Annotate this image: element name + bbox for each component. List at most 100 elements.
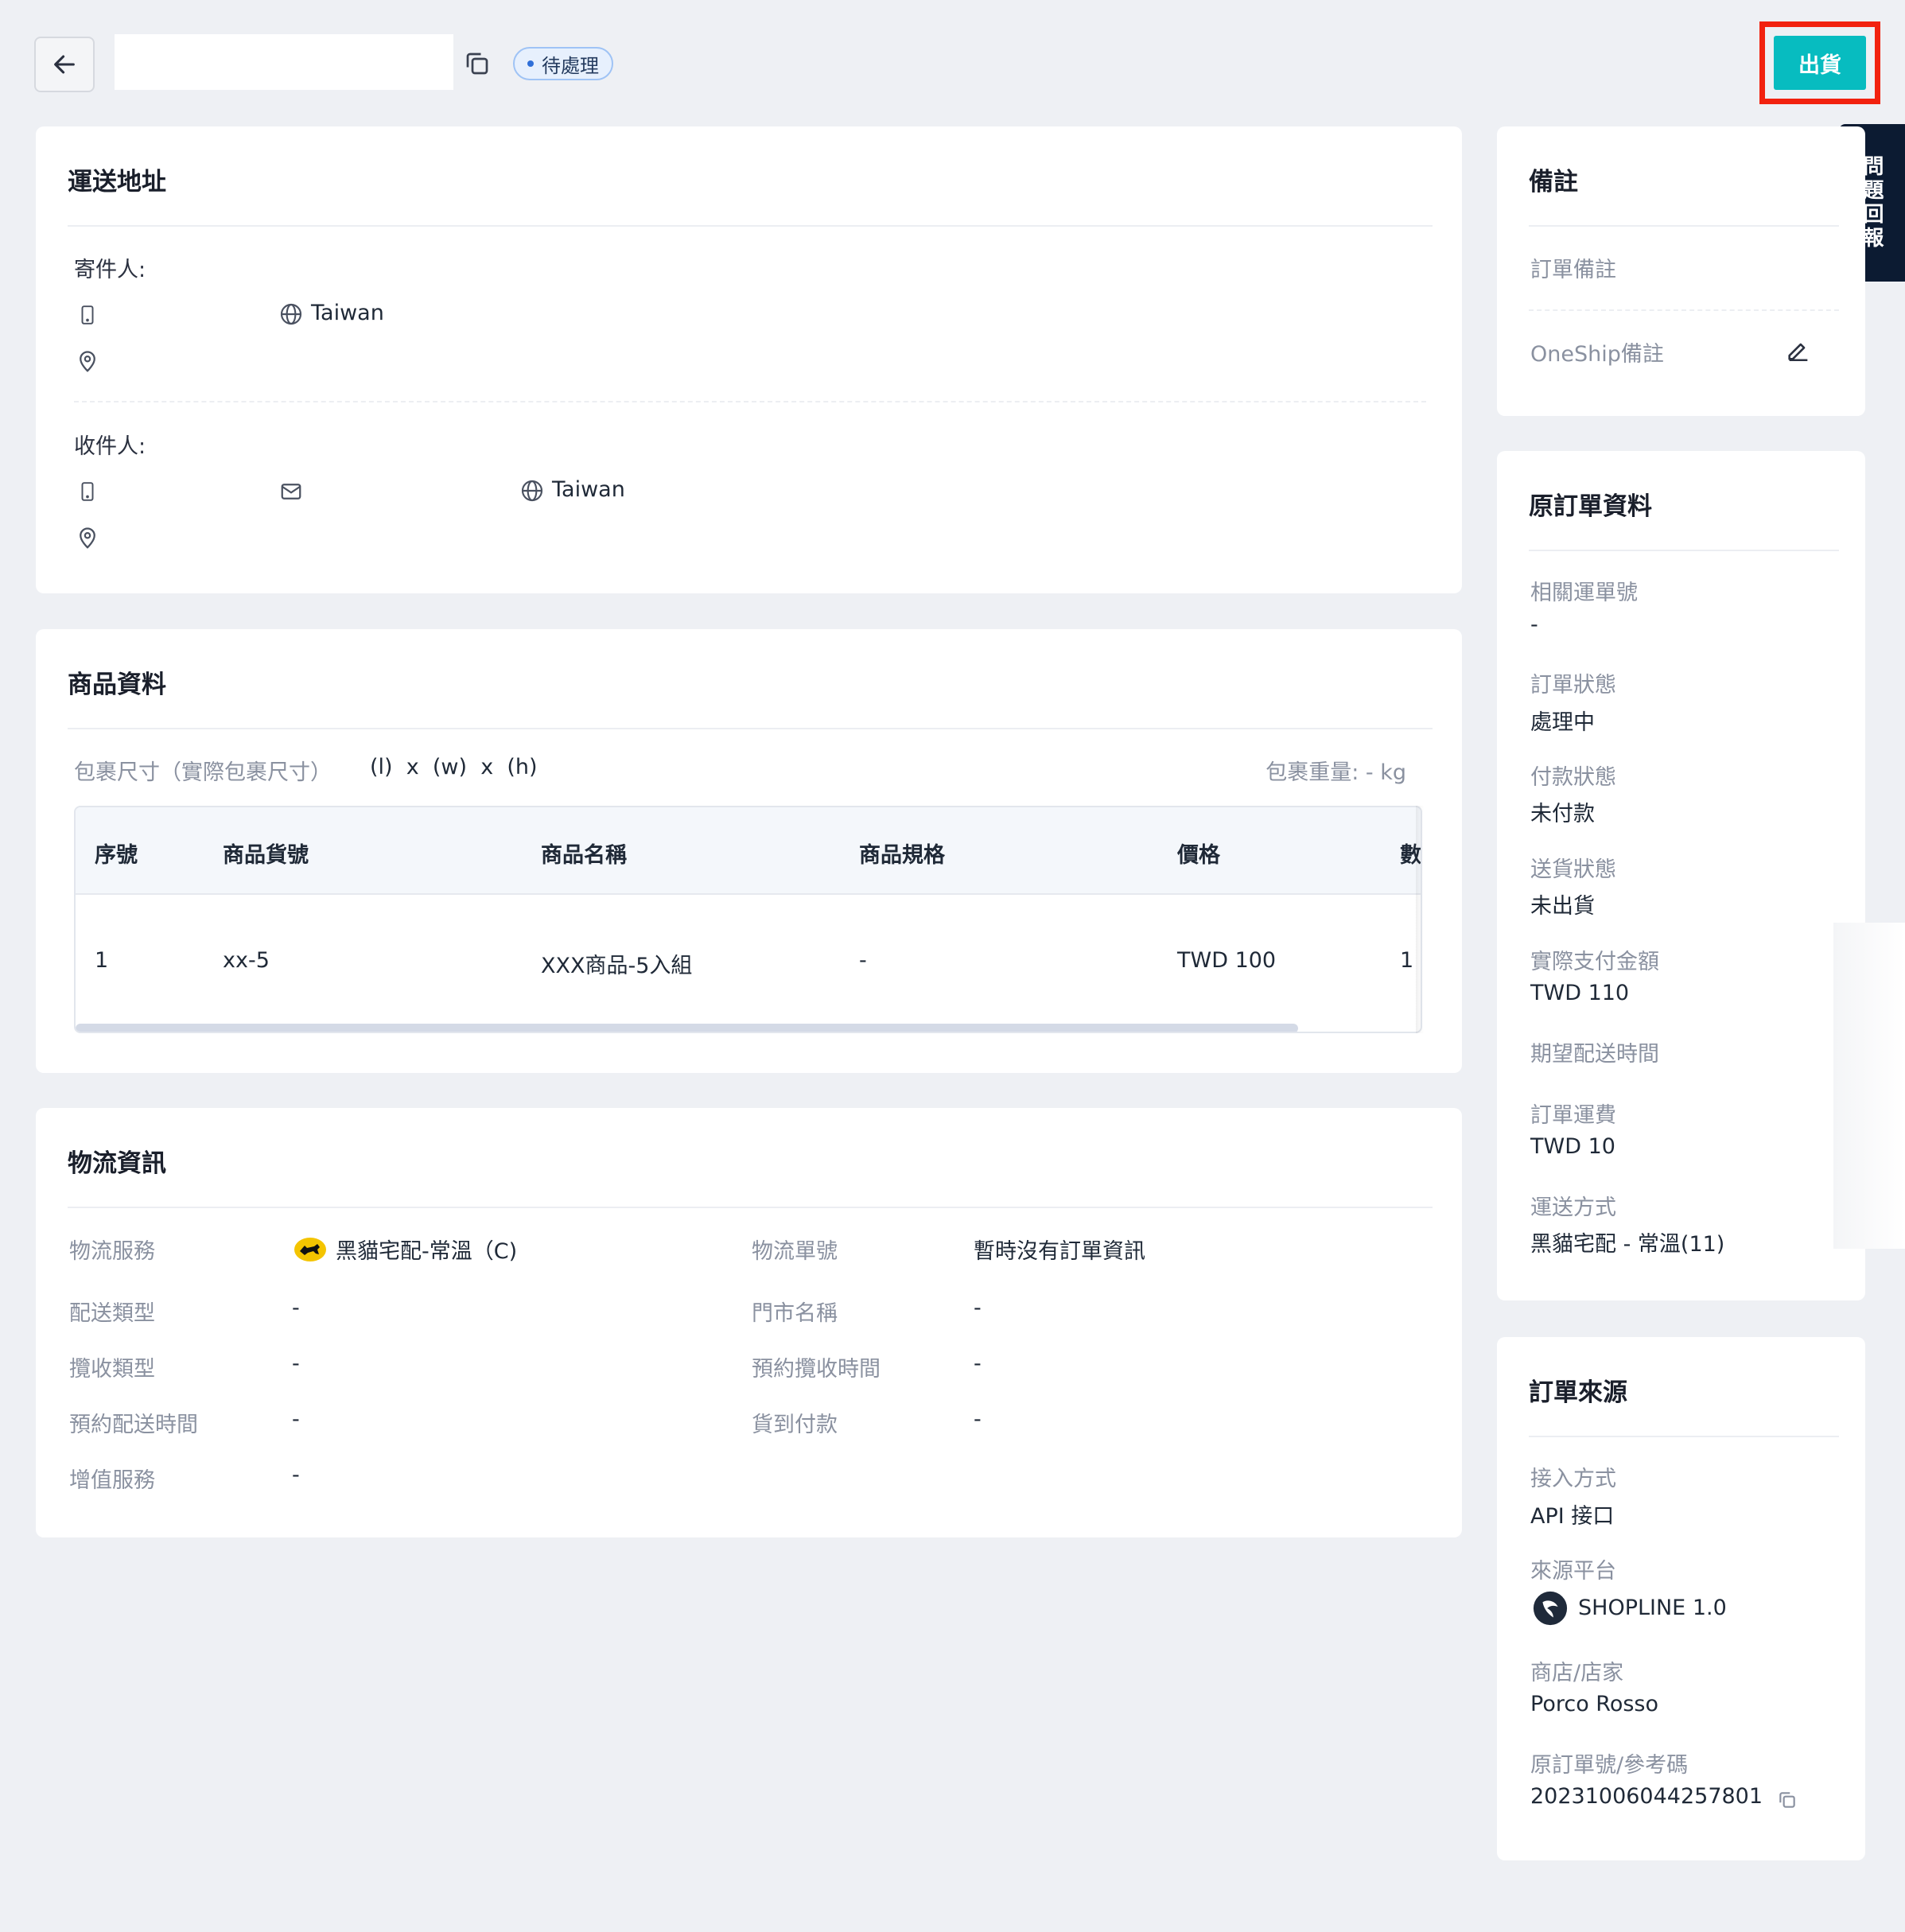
location-pin-icon bbox=[76, 526, 99, 554]
order-shipping-fee-label: 訂單運費 bbox=[1530, 1103, 1616, 1128]
location-pin-icon bbox=[76, 349, 99, 378]
notes-title: 備註 bbox=[1529, 168, 1578, 196]
related-waybill-label: 相關運單號 bbox=[1530, 581, 1638, 605]
store-name-label: 門市名稱 bbox=[752, 1301, 838, 1326]
access-method-label: 接入方式 bbox=[1530, 1467, 1616, 1491]
black-cat-logo-icon bbox=[294, 1237, 327, 1265]
side-overlay bbox=[1833, 923, 1905, 1249]
tracking-number-value: 暫時沒有訂單資訊 bbox=[974, 1239, 1145, 1264]
receiver-country: Taiwan bbox=[552, 477, 625, 502]
order-source-title: 訂單來源 bbox=[1529, 1378, 1627, 1407]
paid-amount-value: TWD 110 bbox=[1530, 981, 1630, 1005]
phone-icon bbox=[77, 303, 98, 330]
pickup-type-value: - bbox=[292, 1351, 300, 1376]
oneship-note-label: OneShip備註 bbox=[1530, 342, 1664, 367]
mail-icon bbox=[278, 480, 304, 507]
original-order-title: 原訂單資料 bbox=[1529, 492, 1652, 521]
order-note-label: 訂單備註 bbox=[1530, 258, 1616, 282]
store-name-value: - bbox=[974, 1296, 982, 1320]
table-scroll-shadow bbox=[1416, 806, 1424, 1033]
divider bbox=[1529, 1436, 1839, 1437]
pickup-type-label: 攬收類型 bbox=[69, 1357, 155, 1382]
shipping-address-card: 運送地址 寄件人: Taiwan 收件人: Taiwan bbox=[36, 126, 1462, 593]
source-platform-label: 來源平台 bbox=[1530, 1559, 1616, 1584]
table-cell: 1 bbox=[1400, 948, 1414, 973]
payment-status-label: 付款狀態 bbox=[1530, 765, 1616, 790]
column-header: 序號 bbox=[95, 843, 138, 868]
arrow-left-icon bbox=[54, 55, 75, 74]
package-weight: 包裹重量: - kg bbox=[1265, 760, 1406, 785]
copy-icon[interactable] bbox=[1777, 1790, 1798, 1813]
source-platform-value: SHOPLINE 1.0 bbox=[1578, 1596, 1727, 1620]
pickup-time-label: 預約攬收時間 bbox=[752, 1357, 881, 1382]
package-size-label: 包裹尺寸（實際包裹尺寸） bbox=[74, 760, 332, 785]
shipping-address-title: 運送地址 bbox=[68, 168, 166, 196]
sender-country: Taiwan bbox=[311, 301, 384, 325]
expected-delivery-label: 期望配送時間 bbox=[1530, 1042, 1659, 1067]
phone-icon bbox=[77, 480, 98, 507]
delivery-type-value: - bbox=[292, 1296, 300, 1320]
shopline-logo-icon bbox=[1532, 1590, 1569, 1630]
related-waybill-value: - bbox=[1530, 612, 1538, 637]
divider bbox=[68, 225, 1433, 227]
globe-icon bbox=[278, 301, 304, 330]
divider bbox=[74, 401, 1426, 402]
original-order-card: 原訂單資料 相關運單號 - 訂單狀態 處理中 付款狀態 未付款 送貨狀態 未出貨… bbox=[1497, 451, 1865, 1300]
order-number-field bbox=[115, 34, 453, 90]
package-size-value: (l) x (w) x (h) bbox=[370, 755, 538, 779]
shipping-method-label: 運送方式 bbox=[1530, 1195, 1616, 1220]
globe-icon bbox=[519, 478, 545, 507]
value-added-label: 增值服務 bbox=[69, 1468, 155, 1493]
table-cell: xx-5 bbox=[223, 948, 270, 973]
table-cell: XXX商品-5入組 bbox=[541, 954, 693, 978]
divider bbox=[68, 1207, 1433, 1208]
divider bbox=[1529, 550, 1839, 551]
divider bbox=[1529, 309, 1839, 311]
ship-button[interactable]: 出貨 bbox=[1774, 36, 1866, 90]
delivery-status-value: 未出貨 bbox=[1530, 894, 1595, 919]
order-status-label: 訂單狀態 bbox=[1530, 673, 1616, 698]
delivery-type-label: 配送類型 bbox=[69, 1301, 155, 1326]
logistics-service-label: 物流服務 bbox=[69, 1239, 155, 1264]
product-table: 序號 商品貨號 商品名稱 商品規格 價格 數 1 xx-5 XXX商品-5入組 … bbox=[74, 806, 1422, 1033]
status-dot-icon bbox=[527, 60, 534, 67]
table-cell: 1 bbox=[95, 948, 109, 973]
delivery-time-value: - bbox=[292, 1407, 300, 1432]
access-method-value: API 接口 bbox=[1530, 1504, 1615, 1529]
logistics-service-value: 黑貓宅配-常溫（C) bbox=[336, 1239, 518, 1264]
order-status-value: 處理中 bbox=[1530, 710, 1595, 735]
column-header: 商品貨號 bbox=[223, 843, 309, 868]
store-label: 商店/店家 bbox=[1530, 1661, 1624, 1685]
column-header: 價格 bbox=[1177, 843, 1220, 868]
divider bbox=[68, 728, 1433, 729]
divider bbox=[1529, 225, 1839, 227]
order-source-card: 訂單來源 接入方式 API 接口 來源平台 SHOPLINE 1.0 商店/店家… bbox=[1497, 1337, 1865, 1860]
delivery-time-label: 預約配送時間 bbox=[69, 1413, 198, 1437]
table-cell: - bbox=[859, 948, 867, 973]
product-title: 商品資料 bbox=[68, 671, 166, 699]
column-header: 商品名稱 bbox=[541, 843, 627, 868]
status-text: 待處理 bbox=[542, 54, 599, 77]
edit-icon[interactable] bbox=[1785, 336, 1812, 367]
cod-value: - bbox=[974, 1407, 982, 1432]
sender-label: 寄件人: bbox=[74, 258, 146, 282]
delivery-status-label: 送貨狀態 bbox=[1530, 857, 1616, 882]
receiver-label: 收件人: bbox=[74, 434, 146, 459]
cod-label: 貨到付款 bbox=[752, 1413, 838, 1437]
logistics-title: 物流資訊 bbox=[68, 1149, 166, 1178]
back-button[interactable] bbox=[34, 37, 95, 92]
pickup-time-value: - bbox=[974, 1351, 982, 1376]
logistics-card: 物流資訊 物流服務 黑貓宅配-常溫（C) 物流單號 暫時沒有訂單資訊 配送類型 … bbox=[36, 1108, 1462, 1537]
notes-card: 備註 訂單備註 OneShip備註 bbox=[1497, 126, 1865, 416]
table-scrollbar[interactable] bbox=[76, 1024, 1298, 1032]
store-value: Porco Rosso bbox=[1530, 1692, 1659, 1716]
column-header: 商品規格 bbox=[859, 843, 945, 868]
value-added-value: - bbox=[292, 1463, 300, 1487]
payment-status-value: 未付款 bbox=[1530, 802, 1595, 826]
shipping-method-value: 黑貓宅配 - 常溫(11) bbox=[1530, 1232, 1725, 1257]
copy-icon[interactable] bbox=[463, 49, 492, 78]
reference-code-label: 原訂單號/參考碼 bbox=[1530, 1753, 1689, 1778]
table-cell: TWD 100 bbox=[1177, 948, 1277, 973]
table-header: 序號 商品貨號 商品名稱 商品規格 價格 數 bbox=[76, 807, 1421, 895]
paid-amount-label: 實際支付金額 bbox=[1530, 950, 1659, 974]
